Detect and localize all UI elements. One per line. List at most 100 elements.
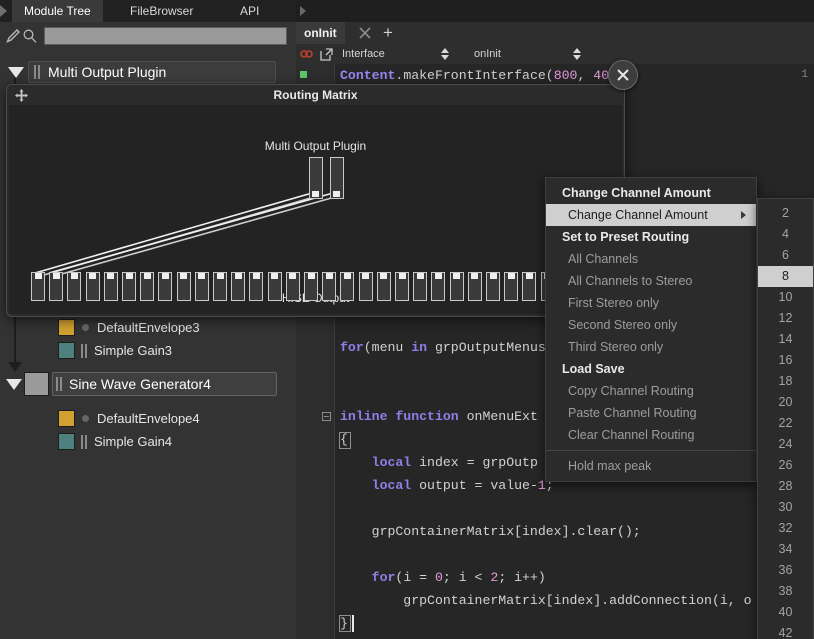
tab-module-tree[interactable]: Module Tree — [12, 0, 103, 22]
tab-oninit[interactable]: onInit — [296, 22, 345, 44]
channel-amount-submenu[interactable]: 2468101214161820222426283032343638404244… — [757, 198, 814, 639]
target-channel-connector[interactable] — [289, 273, 297, 279]
menu-item-paste-channel-routing[interactable]: Paste Channel Routing — [546, 402, 756, 424]
tree-row-defaultenvelope4[interactable]: DefaultEnvelope4 — [0, 407, 296, 431]
target-channel-connector[interactable] — [252, 273, 260, 279]
target-channel-connector[interactable] — [234, 273, 242, 279]
target-channel-connector[interactable] — [398, 273, 406, 279]
menu-item-label: Change Channel Amount — [562, 186, 711, 200]
menu-item-hold-max-peak[interactable]: Hold max peak — [546, 455, 756, 477]
target-channel-connector[interactable] — [107, 273, 115, 279]
target-channel-connector[interactable] — [161, 273, 169, 279]
brace-match-close — [339, 615, 351, 632]
target-channel-connector[interactable] — [380, 273, 388, 279]
fold-toggle-icon[interactable] — [322, 412, 331, 421]
target-channel-connector[interactable] — [507, 273, 515, 279]
tree-row-sinewavegenerator4[interactable]: Sine Wave Generator4 — [0, 371, 296, 397]
submenu-option-34[interactable]: 34 — [758, 539, 813, 560]
submenu-option-42[interactable]: 42 — [758, 623, 813, 639]
submenu-option-30[interactable]: 30 — [758, 497, 813, 518]
submenu-option-20[interactable]: 20 — [758, 392, 813, 413]
menu-item-all-channels-to-stereo[interactable]: All Channels to Stereo — [546, 270, 756, 292]
submenu-option-38[interactable]: 38 — [758, 581, 813, 602]
tab-api[interactable]: API — [228, 0, 271, 22]
target-channel-connector[interactable] — [52, 273, 60, 279]
editor-expand-arrow-icon[interactable] — [300, 6, 306, 16]
context-menu[interactable]: Change Channel Amount Change Channel Amou… — [545, 177, 757, 482]
search-icon[interactable] — [22, 28, 38, 44]
routing-matrix-body[interactable]: Multi Output Plugin HISE Output — [9, 105, 622, 314]
tree-row-defaultenvelope3[interactable]: DefaultEnvelope3 — [0, 316, 296, 340]
submenu-option-10[interactable]: 10 — [758, 287, 813, 308]
menu-item-second-stereo-only[interactable]: Second Stereo only — [546, 314, 756, 336]
tree-row-root[interactable]: Multi Output Plugin — [0, 60, 296, 84]
target-channel-connector[interactable] — [434, 273, 442, 279]
popout-icon[interactable] — [320, 48, 333, 61]
module-bars-icon — [56, 377, 64, 391]
tab-filebrowser[interactable]: FileBrowser — [118, 0, 205, 22]
scope-combobox[interactable]: Interface — [342, 44, 452, 64]
submenu-option-6[interactable]: 6 — [758, 245, 813, 266]
submenu-option-14[interactable]: 14 — [758, 329, 813, 350]
target-channel-connector[interactable] — [416, 273, 424, 279]
submenu-option-2[interactable]: 2 — [758, 203, 813, 224]
submenu-option-8[interactable]: 8 — [758, 266, 813, 287]
tree-row-simplegain4[interactable]: Simple Gain4 — [0, 430, 296, 454]
submenu-option-18[interactable]: 18 — [758, 371, 813, 392]
target-channel-connector[interactable] — [216, 273, 224, 279]
target-channel-connector[interactable] — [125, 273, 133, 279]
breakpoint-marker-icon[interactable] — [300, 71, 307, 78]
submenu-option-24[interactable]: 24 — [758, 434, 813, 455]
submenu-option-32[interactable]: 32 — [758, 518, 813, 539]
target-channel-connector[interactable] — [307, 273, 315, 279]
target-channel-connector[interactable] — [453, 273, 461, 279]
submenu-option-16[interactable]: 16 — [758, 350, 813, 371]
submenu-option-4[interactable]: 4 — [758, 224, 813, 245]
tree-row-simplegain3[interactable]: Simple Gain3 — [0, 339, 296, 363]
close-icon[interactable] — [358, 26, 372, 40]
target-channel-connector[interactable] — [180, 273, 188, 279]
target-channel-connector[interactable] — [525, 273, 533, 279]
target-channel-connector[interactable] — [343, 273, 351, 279]
plus-icon[interactable]: + — [380, 24, 396, 42]
target-channel-connector[interactable] — [271, 273, 279, 279]
routing-matrix-titlebar[interactable]: Routing Matrix — [7, 85, 624, 105]
callback-combobox[interactable]: onInit — [474, 44, 584, 64]
menu-item-label: Third Stereo only — [568, 340, 664, 354]
pencil-icon[interactable] — [5, 28, 21, 44]
target-channel-connector[interactable] — [34, 273, 42, 279]
target-channel-connector[interactable] — [70, 273, 78, 279]
submenu-option-22[interactable]: 22 — [758, 413, 813, 434]
menu-item-first-stereo-only[interactable]: First Stereo only — [546, 292, 756, 314]
target-channel-connector[interactable] — [89, 273, 97, 279]
tree-item-label-sinewavegenerator4: Sine Wave Generator4 — [69, 376, 211, 392]
menu-item-clear-channel-routing[interactable]: Clear Channel Routing — [546, 424, 756, 446]
menu-item-third-stereo-only[interactable]: Third Stereo only — [546, 336, 756, 358]
source-channel-connector[interactable] — [333, 191, 340, 197]
link-icon[interactable] — [300, 48, 314, 60]
submenu-option-40[interactable]: 40 — [758, 602, 813, 623]
expander-triangle-icon[interactable] — [6, 379, 22, 390]
submenu-option-26[interactable]: 26 — [758, 455, 813, 476]
submenu-option-12[interactable]: 12 — [758, 308, 813, 329]
target-channel-connector[interactable] — [143, 273, 151, 279]
menu-item-label: Load Save — [562, 362, 625, 376]
target-channel-connector[interactable] — [325, 273, 333, 279]
routing-matrix-window[interactable]: Routing Matrix Multi Output Plugin HISE … — [6, 84, 625, 317]
target-channel-connector[interactable] — [362, 273, 370, 279]
source-channel-connector[interactable] — [312, 191, 319, 197]
target-channel-connector[interactable] — [489, 273, 497, 279]
target-channel-connector[interactable] — [471, 273, 479, 279]
target-channel-connector[interactable] — [198, 273, 206, 279]
chevron-right-icon — [741, 211, 746, 219]
menu-item-all-channels[interactable]: All Channels — [546, 248, 756, 270]
code-line: grpContainerMatrix[index].clear(); — [340, 524, 641, 539]
close-icon[interactable] — [608, 60, 638, 90]
submenu-option-28[interactable]: 28 — [758, 476, 813, 497]
expander-triangle-icon[interactable] — [8, 67, 24, 78]
search-input[interactable] — [44, 27, 287, 45]
menu-item-copy-channel-routing[interactable]: Copy Channel Routing — [546, 380, 756, 402]
submenu-option-36[interactable]: 36 — [758, 560, 813, 581]
menu-item-change-channel-amount[interactable]: Change Channel Amount — [546, 204, 756, 226]
tabbar-expand-arrow-icon[interactable] — [0, 5, 7, 17]
